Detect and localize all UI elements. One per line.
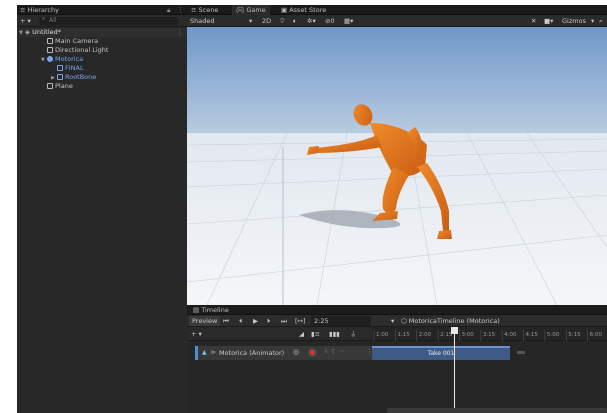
director-icon: ⬡ — [401, 317, 409, 325]
gizmos-dropdown[interactable]: Gizmos — [562, 16, 586, 26]
markers-icon[interactable]: ◢ — [299, 329, 304, 339]
hierarchy-tab-bar: ≡ Hierarchy 🔒︎ ⋮ — [17, 5, 187, 15]
animation-track-icon: ▲ — [202, 349, 207, 356]
hidden-objects-icon[interactable]: ⊘0 — [325, 16, 335, 26]
prefab-icon — [47, 56, 53, 62]
gameobject-icon — [47, 38, 53, 44]
hierarchy-search-field[interactable]: ⌕ All — [39, 15, 179, 25]
timeline-icon: ▤ — [193, 306, 202, 314]
animator-icon: ⊳ — [211, 349, 217, 356]
time-ruler: 1:00 1:15 2:00 2:15 3:00 3:15 4:00 4:15 5:00 5:15… — [372, 327, 607, 341]
tab-game[interactable]: 🎮︎ Game — [232, 5, 270, 15]
scene-toolbar: Shaded ▾ 2D 💡︎ 🔈︎ ✲▾ ⊘0 ▦▾ ✕ ■▾ Gizmos ▾… — [187, 15, 607, 27]
chevron-down-icon: ▾ — [591, 17, 595, 25]
audio-toggle-icon[interactable]: 🔈︎ — [293, 16, 297, 26]
hierarchy-item-plane[interactable]: Plane — [47, 82, 73, 91]
preview-toggle-button[interactable]: Preview — [189, 316, 221, 326]
go-to-end-icon[interactable]: ⏭ — [281, 316, 287, 326]
2d-toggle-button[interactable]: 2D — [262, 16, 271, 26]
tab-scene[interactable]: ≡ Scene — [191, 5, 218, 15]
lighting-toggle-icon[interactable]: 💡︎ — [280, 16, 285, 26]
hierarchy-item-motorica[interactable]: ▼ Motorica — [41, 55, 83, 64]
ruler-label: 4:15 — [526, 332, 539, 338]
binding-target-icon[interactable]: ◎ — [293, 348, 299, 356]
ruler-label: 3:00 — [461, 332, 474, 338]
scene-render — [187, 27, 607, 305]
hierarchy-toolbar: + ▾ ⌕ All — [17, 15, 187, 27]
time-field[interactable]: 2:25 — [311, 316, 371, 326]
gameobject-icon — [47, 47, 53, 53]
playhead[interactable] — [451, 327, 459, 413]
snap-icon[interactable]: ⏚ — [350, 329, 357, 339]
scene-root-row[interactable]: ▼ ◈ Untitled* ⋮ — [19, 28, 187, 37]
search-icon: ⌕ — [42, 15, 46, 22]
track-options-icon[interactable]: ⇩ ⇧ ⋯ — [324, 348, 344, 355]
asset-dropdown-icon[interactable]: ▾ — [391, 316, 394, 326]
lock-icon[interactable]: 🔒︎ — [167, 5, 170, 15]
ruler-label: 2:00 — [419, 332, 432, 338]
ruler-label: 3:15 — [483, 332, 496, 338]
ruler-label: 4:00 — [504, 332, 517, 338]
timeline-asset-label[interactable]: ⬡ MotoricaTimeline (Motorica) — [401, 316, 500, 326]
playhead-handle[interactable] — [451, 327, 459, 334]
timeline-track-toolbar: + ▾ ◢ ▮≡ ▮▮▮ ⏚ — [187, 327, 372, 341]
timeline-scrollbar[interactable] — [387, 408, 607, 413]
scene-tab-bar: ≡ Scene 🎮︎ Game ▣ Asset Store — [187, 5, 607, 15]
clip-edit-mode-icon[interactable]: ▮≡ — [311, 329, 320, 339]
more-options-icon[interactable]: ⋮ — [177, 5, 184, 15]
play-icon[interactable]: ▶ — [253, 316, 258, 326]
hierarchy-item-directional-light[interactable]: Directional Light — [47, 46, 108, 55]
unity-editor-window: ≡ Hierarchy 🔒︎ ⋮ + ▾ ⌕ All ▼ ◈ Untitled* … — [17, 5, 607, 413]
store-icon: ▣ — [281, 6, 290, 14]
hierarchy-panel: ≡ Hierarchy 🔒︎ ⋮ + ▾ ⌕ All ▼ ◈ Untitled* … — [17, 5, 187, 413]
next-frame-icon[interactable]: ⏵ — [267, 316, 270, 326]
scene-viewport[interactable] — [187, 27, 607, 305]
hierarchy-item-final[interactable]: FINAL — [57, 64, 84, 73]
grid-dropdown-icon[interactable]: ▦▾ — [344, 16, 353, 26]
ruler-ticks: 1:00 1:15 2:00 2:15 3:00 3:15 4:00 4:15 5:00 5:15… — [373, 330, 603, 341]
previous-frame-icon[interactable]: ⏴ — [239, 316, 242, 326]
timeline-panel: ▤ Timeline Preview ⏮ ⏴ ▶ ⏵ ⏭ [↦] 2:25 ▾ … — [187, 305, 607, 413]
tab-timeline[interactable]: ▤ Timeline — [193, 305, 229, 315]
scene-menu-icon[interactable]: ⋮ — [177, 28, 184, 37]
scene-search-icon[interactable]: ⌕ — [599, 16, 603, 26]
tools-icon[interactable]: ✕ — [531, 16, 536, 26]
ruler-label: 1:00 — [376, 332, 389, 338]
gameobject-icon — [57, 65, 63, 71]
hierarchy-item-main-camera[interactable]: Main Camera — [47, 37, 98, 46]
record-button-icon[interactable] — [308, 348, 317, 357]
go-to-start-icon[interactable]: ⏮ — [223, 316, 229, 326]
timeline-tab-bar: ▤ Timeline — [187, 305, 607, 315]
hierarchy-item-rootbone[interactable]: ▶ RootBone — [51, 73, 96, 82]
track-header[interactable]: ▲ ⊳ Motorica (Animator) ◎ ⇩ ⇧ ⋯ ⋮ — [195, 346, 373, 360]
list-icon: ≡ — [20, 6, 28, 14]
chevron-down-icon: ▾ — [249, 17, 253, 25]
animation-clip[interactable]: Take 001 — [372, 346, 510, 360]
clip-end-handle[interactable] — [517, 351, 525, 354]
ruler-label: 5:00 — [547, 332, 560, 338]
hierarchy-tab[interactable]: ≡ Hierarchy — [20, 5, 59, 15]
effects-dropdown-icon[interactable]: ✲▾ — [307, 16, 316, 26]
add-object-button[interactable]: + ▾ — [20, 16, 31, 26]
list-icon: ≡ — [191, 6, 199, 14]
sky — [187, 27, 607, 133]
shading-mode-dropdown[interactable]: Shaded — [190, 16, 214, 26]
tab-asset-store[interactable]: ▣ Asset Store — [281, 5, 326, 15]
loop-range-icon[interactable]: [↦] — [295, 316, 306, 326]
ruler-label: 5:15 — [568, 332, 581, 338]
ripple-mode-icon[interactable]: ▮▮▮ — [329, 329, 340, 339]
gameobject-icon — [47, 83, 53, 89]
ruler-label: 1:15 — [397, 332, 410, 338]
gameobject-icon — [57, 74, 63, 80]
gamepad-icon: 🎮︎ — [236, 6, 247, 14]
ruler-label: 6:00 — [590, 332, 603, 338]
camera-dropdown-icon[interactable]: ■▾ — [544, 16, 553, 26]
timeline-controls: Preview ⏮ ⏴ ▶ ⏵ ⏭ [↦] 2:25 ▾ ⬡ MotoricaT… — [187, 315, 607, 327]
add-track-button[interactable]: + ▾ — [191, 329, 202, 339]
